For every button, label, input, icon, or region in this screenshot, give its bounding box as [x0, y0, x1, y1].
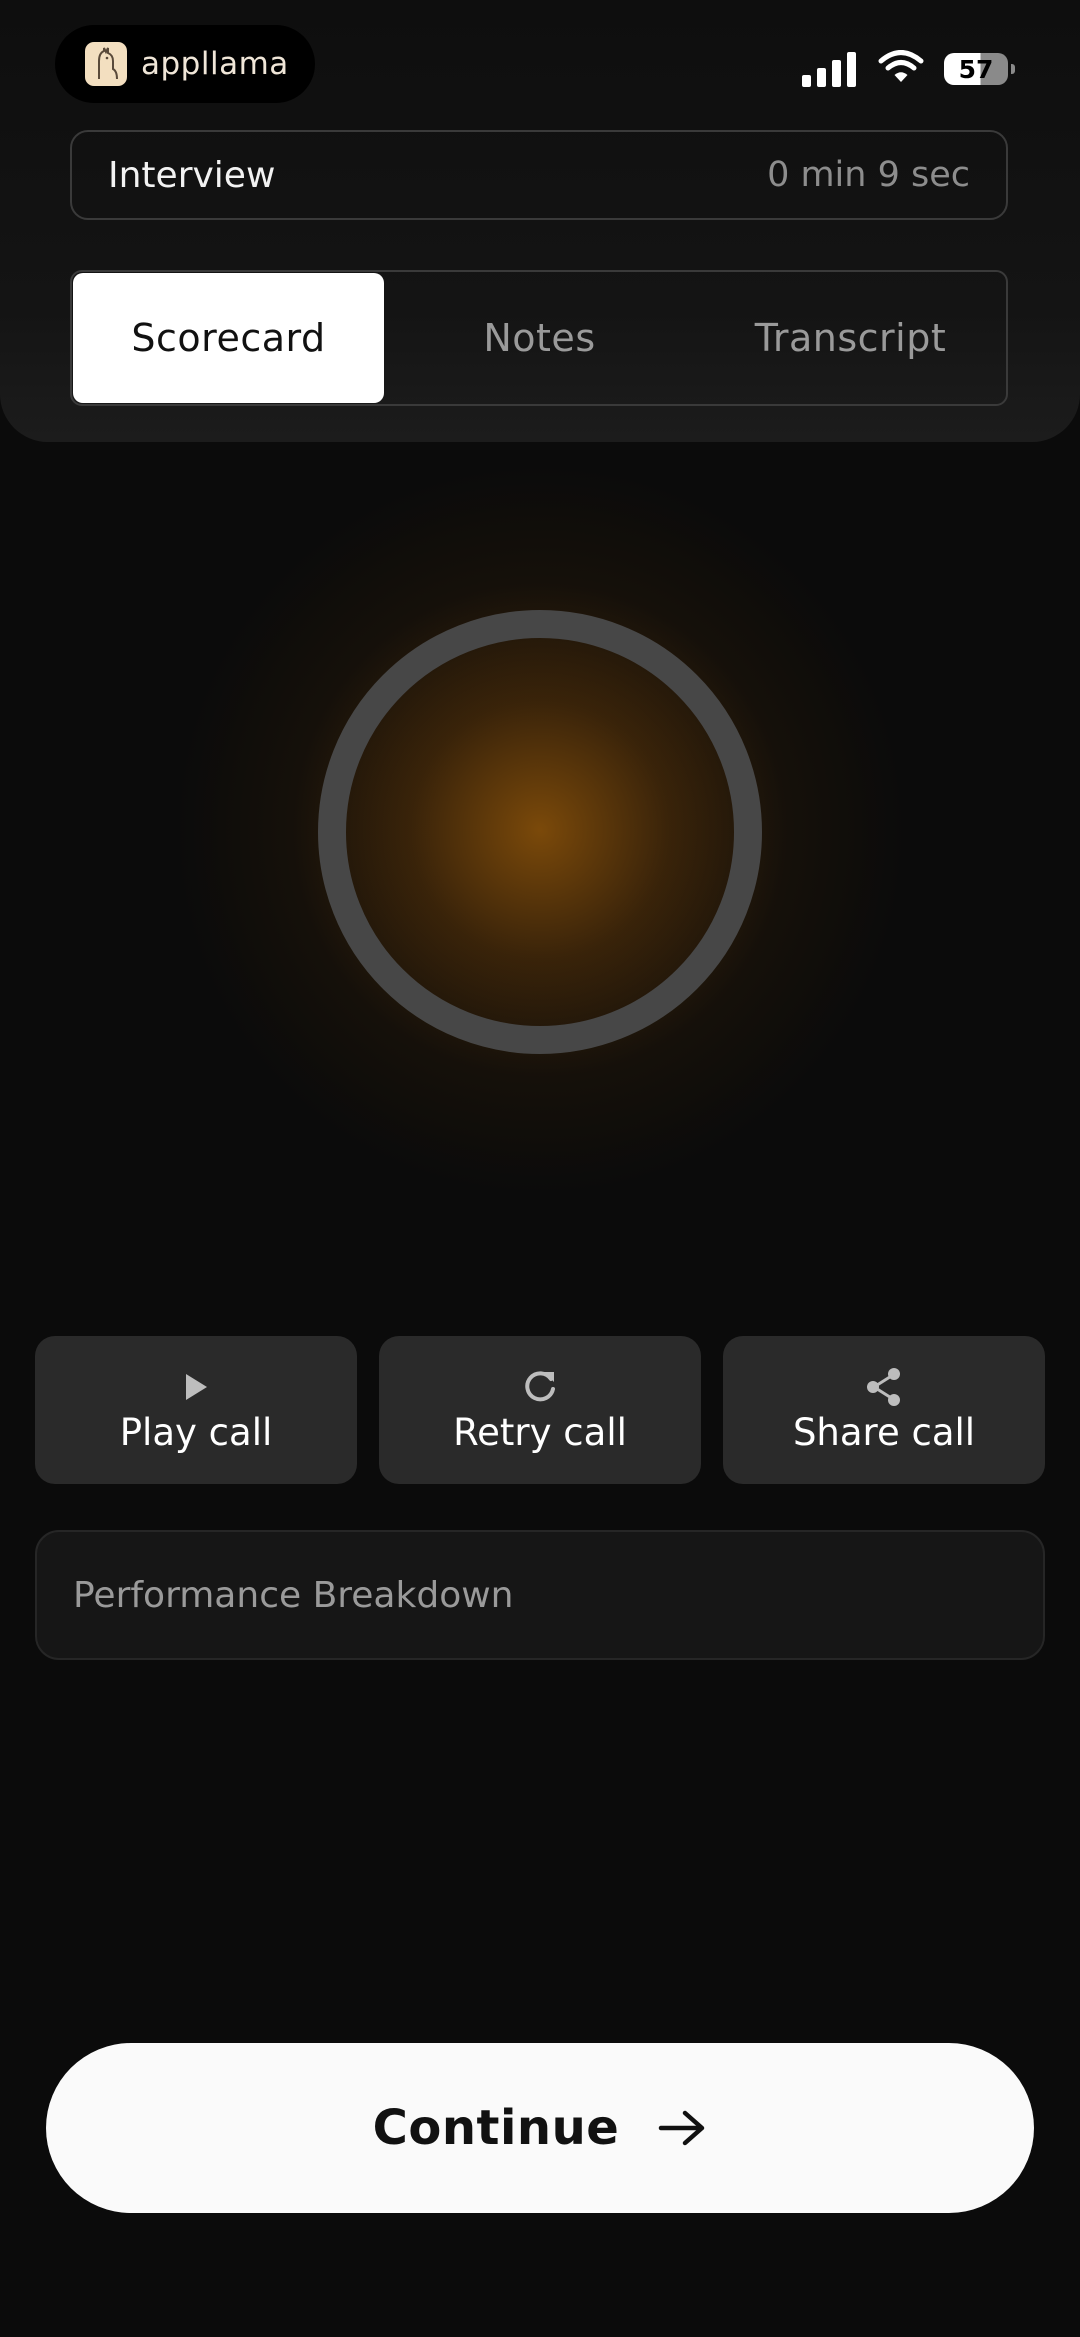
share-call-button[interactable]: Share call — [723, 1336, 1045, 1484]
tab-label: Notes — [483, 316, 596, 360]
battery-icon: 57 — [944, 53, 1015, 85]
llama-logo-icon — [85, 42, 127, 86]
tab-transcript[interactable]: Transcript — [695, 272, 1006, 404]
cellular-signal-icon — [802, 51, 856, 87]
brand-name: appllama — [141, 46, 289, 82]
action-label: Share call — [792, 1410, 976, 1454]
tab-bar: Scorecard Notes Transcript — [70, 270, 1008, 406]
continue-button[interactable]: Continue — [46, 2043, 1034, 2213]
call-actions: Play call Retry call Share call — [35, 1336, 1045, 1484]
action-label: Retry call — [453, 1410, 627, 1454]
tab-label: Transcript — [754, 316, 947, 360]
continue-label: Continue — [372, 2100, 620, 2156]
refresh-icon — [521, 1367, 559, 1407]
arrow-right-icon — [657, 2108, 707, 2148]
tab-scorecard[interactable]: Scorecard — [73, 273, 384, 403]
play-icon — [181, 1367, 211, 1407]
share-icon — [864, 1367, 904, 1407]
interview-title: Interview — [108, 154, 276, 196]
battery-level: 57 — [958, 54, 994, 84]
tab-label: Scorecard — [131, 316, 326, 360]
play-call-button[interactable]: Play call — [35, 1336, 357, 1484]
performance-title: Performance Breakdown — [73, 1574, 514, 1616]
performance-breakdown-card[interactable]: Performance Breakdown — [35, 1530, 1045, 1660]
wifi-icon — [878, 50, 924, 88]
interview-timer: 0 min 9 sec — [767, 155, 970, 195]
action-label: Play call — [119, 1410, 273, 1454]
brand-pill: appllama — [55, 25, 315, 103]
call-orb-ring — [318, 610, 762, 1054]
tab-notes[interactable]: Notes — [384, 272, 695, 404]
status-icons: 57 — [802, 50, 1015, 88]
interview-bar: Interview 0 min 9 sec — [70, 130, 1008, 220]
retry-call-button[interactable]: Retry call — [379, 1336, 701, 1484]
